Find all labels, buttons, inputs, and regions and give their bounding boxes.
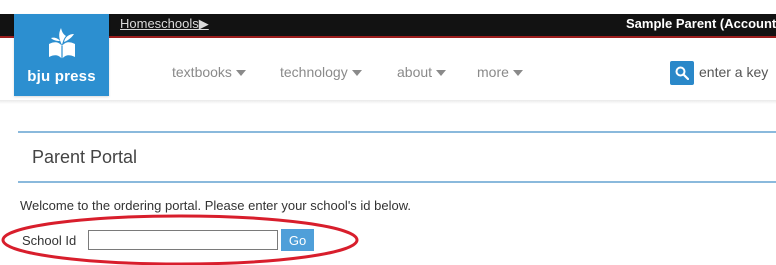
page-title: Parent Portal (32, 147, 138, 167)
portal-header: Parent Portal (18, 131, 776, 183)
search-icon (675, 66, 689, 80)
search-input[interactable] (699, 60, 776, 84)
caret-down-icon (436, 70, 447, 77)
search-button[interactable] (670, 61, 694, 85)
main-nav: textbooks technology about more (0, 64, 776, 84)
page: Homeschools▶ Sample Parent (Account bju … (0, 0, 776, 265)
top-bar: Homeschools▶ Sample Parent (Account (0, 14, 776, 38)
nav-item-label: more (477, 64, 509, 80)
nav-item-about[interactable]: about (397, 64, 447, 80)
school-id-input[interactable] (88, 230, 278, 250)
nav-item-label: textbooks (172, 64, 232, 80)
welcome-message: Welcome to the ordering portal. Please e… (20, 198, 412, 213)
go-button[interactable]: Go (281, 229, 314, 251)
caret-down-icon (351, 70, 362, 77)
nav-item-label: technology (280, 64, 348, 80)
school-id-label: School Id (22, 233, 77, 248)
nav-item-textbooks[interactable]: textbooks (172, 64, 246, 80)
book-tree-logo-icon (49, 28, 75, 59)
nav-item-label: about (397, 64, 433, 80)
nav-item-technology[interactable]: technology (280, 64, 362, 80)
caret-down-icon (512, 70, 523, 77)
header-divider (0, 100, 776, 104)
homeschools-link[interactable]: Homeschools▶ (120, 16, 209, 32)
nav-item-more[interactable]: more (477, 64, 523, 80)
account-user-label[interactable]: Sample Parent (Account (626, 16, 776, 31)
caret-down-icon (235, 70, 246, 77)
